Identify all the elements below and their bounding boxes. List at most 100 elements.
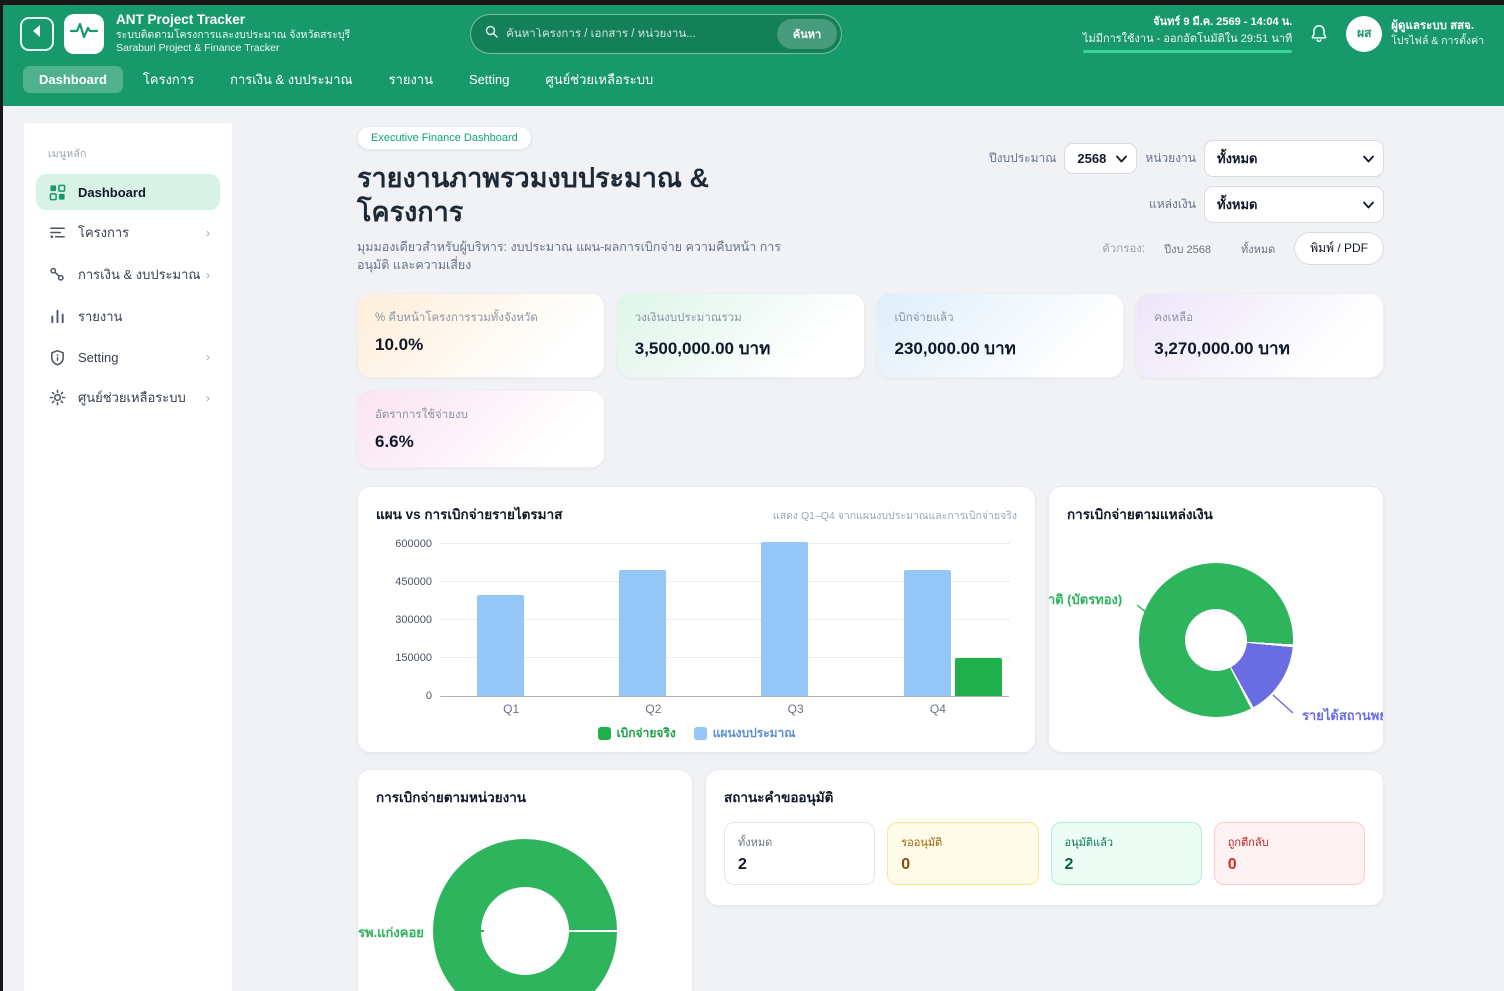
sidebar-item-setting[interactable]: Setting›: [36, 339, 220, 375]
sidebar-item-โครงการ[interactable]: โครงการ›: [36, 213, 220, 252]
user-name: ผู้ดูแลระบบ สสจ.: [1391, 19, 1484, 35]
session-progress-bar: [1083, 50, 1292, 53]
sidebar: เมนูหลัก Dashboardโครงการ›การเงิน & งบปร…: [23, 122, 233, 991]
app-title: ANT Project Tracker: [116, 12, 350, 29]
legend-item[interactable]: แผนงบประมาณ: [694, 724, 796, 743]
agency-label: หน่วยงาน: [1145, 149, 1196, 168]
filter-panel: ปีงบประมาณ 2568 หน่วยงาน ทั้งหมด แหล่งเง…: [989, 126, 1384, 265]
kpi-label: วงเงินงบประมาณรวม: [635, 309, 847, 327]
stat-value: 0: [901, 856, 1024, 874]
top-bar: ANT Project Tracker ระบบติดตามโครงการและ…: [0, 5, 1504, 57]
app-subtitle-en: Saraburi Project & Finance Tracker: [116, 42, 350, 55]
sidebar-item-label: Dashboard: [78, 185, 146, 200]
user-texts: ผู้ดูแลระบบ สสจ. โปรไฟล์ & การตั้งค่า: [1391, 19, 1484, 49]
chevron-down-icon: [1363, 201, 1374, 208]
gear-icon: [48, 389, 66, 407]
kpi-value: 3,500,000.00 บาท: [635, 335, 847, 362]
bar-plan-Q1[interactable]: [477, 595, 524, 696]
kpi-label: % คืบหน้าโครงการรวมทั้งจังหวัด: [375, 309, 587, 327]
project-list-icon: [48, 224, 66, 242]
bar-plan-Q3[interactable]: [761, 542, 808, 696]
agency-select[interactable]: ทั้งหมด: [1204, 140, 1384, 177]
approval-stat-1: รออนุมัติ 0: [887, 822, 1038, 885]
sidebar-item-ศูนย์ช่วยเหลือระบบ[interactable]: ศูนย์ช่วยเหลือระบบ›: [36, 378, 220, 417]
nav-item-ศูนย์ช่วยเหลือระบบ[interactable]: ศูนย์ช่วยเหลือระบบ: [529, 63, 669, 96]
main-nav: Dashboardโครงการการเงิน & งบประมาณรายงาน…: [0, 57, 1504, 106]
search-button[interactable]: ค้นหา: [777, 19, 837, 49]
stat-label: อนุมัติแล้ว: [1065, 833, 1188, 851]
sidebar-caption: เมนูหลัก: [48, 145, 220, 162]
legend-item[interactable]: เบิกจ่ายจริง: [598, 724, 676, 743]
nav-item-รายงาน[interactable]: รายงาน: [373, 63, 449, 96]
sidebar-item-dashboard[interactable]: Dashboard: [36, 174, 220, 210]
sidebar-item-รายงาน[interactable]: รายงาน: [36, 297, 220, 336]
pulse-line-icon: [70, 21, 98, 46]
bar-plan-Q4[interactable]: [904, 570, 951, 697]
agency-donut: รพ.แก่งคอย: [358, 816, 692, 991]
fiscal-year-select[interactable]: 2568: [1064, 143, 1137, 174]
report-barchart-icon: [48, 308, 66, 326]
stat-value: 2: [1065, 856, 1188, 874]
dashboard-badge: Executive Finance Dashboard: [357, 126, 532, 150]
search-input[interactable]: [506, 28, 777, 40]
bell-icon[interactable]: [1308, 23, 1330, 45]
y-axis-tick-label: 600000: [395, 538, 432, 550]
bar-group-Q1: [440, 539, 582, 696]
charts-row: แผน vs การเบิกจ่ายรายไตรมาส แสดง Q1–Q4 จ…: [357, 486, 1384, 753]
stat-label: ถูกตีกลับ: [1228, 833, 1351, 851]
datetime-text: จันทร์ 9 มี.ค. 2569 - 14:04 น.: [1083, 14, 1292, 31]
bar-actual-Q4[interactable]: [955, 658, 1002, 696]
chevron-down-icon: [1116, 155, 1127, 162]
quarterly-bar-chart-card: แผน vs การเบิกจ่ายรายไตรมาส แสดง Q1–Q4 จ…: [357, 486, 1036, 753]
filter-chip-all: ทั้งหมด: [1230, 236, 1286, 262]
nav-item-การเงิน-งบประมาณ[interactable]: การเงิน & งบประมาณ: [214, 63, 368, 96]
donut-slice-label: รายได้สถานพย: [1302, 705, 1384, 726]
bar-chart: 0150000300000450000600000 Q1Q2Q3Q4 เบิกจ…: [376, 539, 1017, 743]
page-head-row: Executive Finance Dashboard รายงานภาพรวม…: [357, 126, 1384, 275]
print-pdf-button[interactable]: พิมพ์ / PDF: [1294, 232, 1384, 265]
session-timeout-text: ไม่มีการใช้งาน - ออกอัตโนมัติใน 29:51 นา…: [1083, 31, 1292, 48]
bottom-row: การเบิกจ่ายตามหน่วยงาน รพ.แก่งคอย สถานะค…: [357, 769, 1384, 991]
nav-item-โครงการ[interactable]: โครงการ: [127, 63, 210, 96]
kpi-card-0: % คืบหน้าโครงการรวมทั้งจังหวัด10.0%: [357, 293, 605, 378]
fund-source-donut-card: การเบิกจ่ายตามแหล่งเงิน ชาติ (บัตรทอง) ร…: [1048, 486, 1384, 753]
global-search: ค้นหา: [470, 14, 842, 54]
kpi-grid: % คืบหน้าโครงการรวมทั้งจังหวัด10.0% วงเงิ…: [357, 293, 1384, 468]
fund-source-donut: ชาติ (บัตรทอง) รายได้สถานพย: [1049, 533, 1383, 752]
stat-label: รออนุมัติ: [901, 833, 1024, 851]
approval-title: สถานะคำขออนุมัติ: [724, 786, 1365, 808]
kpi-value: 230,000.00 บาท: [895, 335, 1107, 362]
chevron-right-icon: ›: [206, 350, 210, 364]
x-axis-label-Q1: Q1: [440, 702, 582, 716]
main-content: Executive Finance Dashboard รายงานภาพรวม…: [233, 106, 1504, 991]
user-menu[interactable]: ผส ผู้ดูแลระบบ สสจ. โปรไฟล์ & การตั้งค่า: [1346, 16, 1484, 52]
app-title-block: ANT Project Tracker ระบบติดตามโครงการและ…: [116, 12, 350, 55]
chevron-right-icon: ›: [206, 226, 210, 240]
x-axis-label-Q3: Q3: [725, 702, 867, 716]
legend-label: แผนงบประมาณ: [713, 724, 796, 743]
bar-group-Q3: [725, 539, 867, 696]
window-edge-left: [0, 0, 3, 991]
bar-group-Q2: [582, 539, 724, 696]
y-axis-tick-label: 450000: [395, 576, 432, 588]
stat-value: 0: [1228, 856, 1351, 874]
fund-source-select[interactable]: ทั้งหมด: [1204, 186, 1384, 223]
nav-item-dashboard[interactable]: Dashboard: [23, 66, 123, 93]
sidebar-item-การเงิน-งบประมาณ[interactable]: การเงิน & งบประมาณ›: [36, 255, 220, 294]
sidebar-item-label: การเงิน & งบประมาณ: [78, 264, 200, 285]
donut-slice-label: รพ.แก่งคอย: [358, 922, 424, 943]
clock-block: จันทร์ 9 มี.ค. 2569 - 14:04 น. ไม่มีการใ…: [1083, 14, 1292, 53]
back-arrow-icon: [30, 24, 44, 43]
finance-nodes-icon: [48, 266, 66, 284]
nav-item-setting[interactable]: Setting: [453, 66, 525, 93]
back-button[interactable]: [20, 17, 54, 51]
approval-status-card: สถานะคำขออนุมัติ ทั้งหมด2รออนุมัติ0อนุมั…: [705, 769, 1384, 906]
bar-chart-title: แผน vs การเบิกจ่ายรายไตรมาส: [376, 503, 562, 525]
fund-donut-title: การเบิกจ่ายตามแหล่งเงิน: [1067, 503, 1365, 525]
y-axis-tick-label: 300000: [395, 614, 432, 626]
shield-icon: [48, 348, 66, 366]
bar-group-Q4: [867, 539, 1009, 696]
kpi-label: อัตราการใช้จ่ายงบ: [375, 406, 587, 424]
bar-plan-Q2[interactable]: [619, 570, 666, 697]
app-logo: [64, 14, 104, 54]
